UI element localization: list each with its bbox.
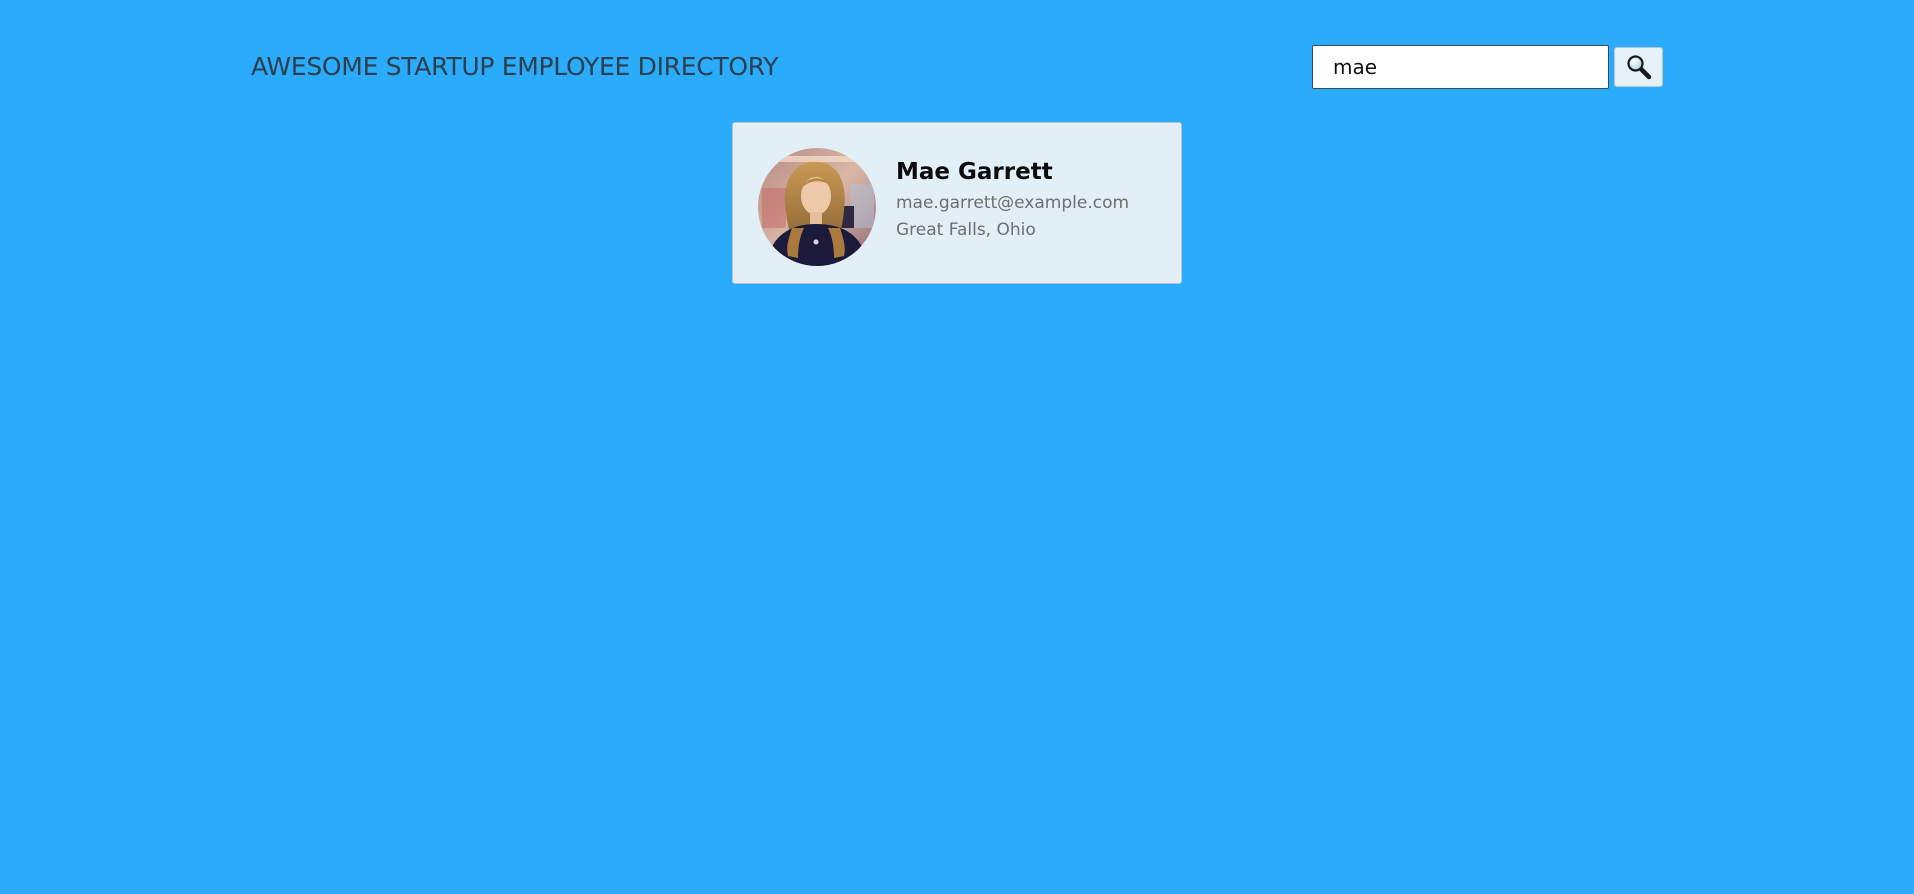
magnifying-glass-icon xyxy=(1626,55,1651,80)
search-form xyxy=(1312,45,1663,89)
employee-photo xyxy=(758,148,876,266)
employee-email: mae.garrett@example.com xyxy=(896,193,1130,213)
employee-card[interactable]: Mae Garrett mae.garrett@example.com Grea… xyxy=(732,122,1182,284)
employee-gallery: Mae Garrett mae.garrett@example.com Grea… xyxy=(732,122,1182,284)
search-input[interactable] xyxy=(1312,45,1609,89)
employee-info: Mae Garrett mae.garrett@example.com Grea… xyxy=(896,159,1129,247)
employee-avatar xyxy=(758,148,876,266)
employee-name: Mae Garrett xyxy=(896,159,1053,185)
page-title: AWESOME STARTUP EMPLOYEE DIRECTORY xyxy=(251,52,779,81)
employee-location: Great Falls, Ohio xyxy=(896,220,1036,240)
search-button[interactable] xyxy=(1614,47,1663,87)
